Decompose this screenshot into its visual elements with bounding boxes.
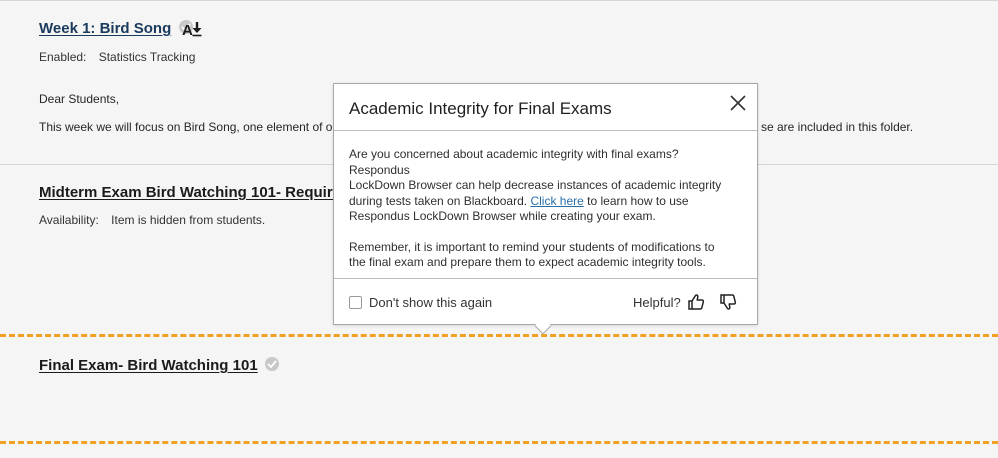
check-circle-icon[interactable] <box>265 357 280 371</box>
midterm-availability-row: Availability: Item is hidden from studen… <box>39 213 265 227</box>
enabled-label: Enabled: <box>39 50 87 64</box>
drop-target-divider-bottom <box>0 441 998 444</box>
availability-value: Item is hidden from students. <box>111 213 266 227</box>
popup-paragraph-2: Remember, it is important to remind your… <box>349 240 742 271</box>
week1-title-link[interactable]: Week 1: Bird Song <box>39 20 171 37</box>
thumbs-up-icon[interactable] <box>687 293 705 311</box>
week1-enabled-row: Enabled: Statistics Tracking <box>39 50 195 64</box>
midterm-title-link[interactable]: Midterm Exam Bird Watching 101- Requires <box>39 184 349 201</box>
popup-text: during tests taken on Blackboard. <box>349 193 531 208</box>
popup-body: Are you concerned about academic integri… <box>334 131 757 271</box>
svg-text:A: A <box>182 22 193 37</box>
week1-body-text-end: se are included in this folder. <box>761 120 914 134</box>
popup-footer: Don't show this again Helpful? <box>334 278 757 325</box>
content-item-week1: Week 1: Bird Song A <box>39 20 202 39</box>
week1-greeting: Dear Students, <box>39 92 120 106</box>
adaptive-release-icon[interactable]: A <box>182 21 204 42</box>
week1-body-text: This week we will focus on Bird Song, on… <box>39 120 340 134</box>
availability-label: Availability: <box>39 213 99 227</box>
popup-header: Academic Integrity for Final Exams <box>334 84 757 131</box>
top-divider <box>0 0 998 1</box>
enabled-value: Statistics Tracking <box>98 50 196 64</box>
content-item-midterm: Midterm Exam Bird Watching 101- Requires <box>39 184 349 202</box>
popup-text: Are you concerned about academic integri… <box>349 147 679 177</box>
close-icon[interactable] <box>730 95 746 111</box>
dont-show-checkbox[interactable] <box>349 296 362 309</box>
popup-text: Remember, it is important to remind your… <box>349 239 715 254</box>
popup-title: Academic Integrity for Final Exams <box>349 99 612 118</box>
popup-text: LockDown Browser can help decrease insta… <box>349 178 722 192</box>
popup-paragraph-1: Are you concerned about academic integri… <box>349 147 742 225</box>
helpful-label: Helpful? <box>633 295 681 310</box>
final-exam-title-link[interactable]: Final Exam- Bird Watching 101 <box>39 357 258 374</box>
popup-text: Respondus LockDown Browser while creatin… <box>349 209 656 223</box>
popup-text: to learn how to use <box>583 193 689 208</box>
thumbs-down-icon[interactable] <box>719 293 737 311</box>
content-item-final: Final Exam- Bird Watching 101 <box>39 357 280 375</box>
click-here-link[interactable]: Click here <box>530 194 583 208</box>
academic-integrity-popup: Academic Integrity for Final Exams Are y… <box>333 83 758 335</box>
drop-target-divider <box>0 334 998 337</box>
popup-text: the final exam and prepare them to expec… <box>349 255 706 269</box>
dont-show-label[interactable]: Don't show this again <box>369 295 492 310</box>
